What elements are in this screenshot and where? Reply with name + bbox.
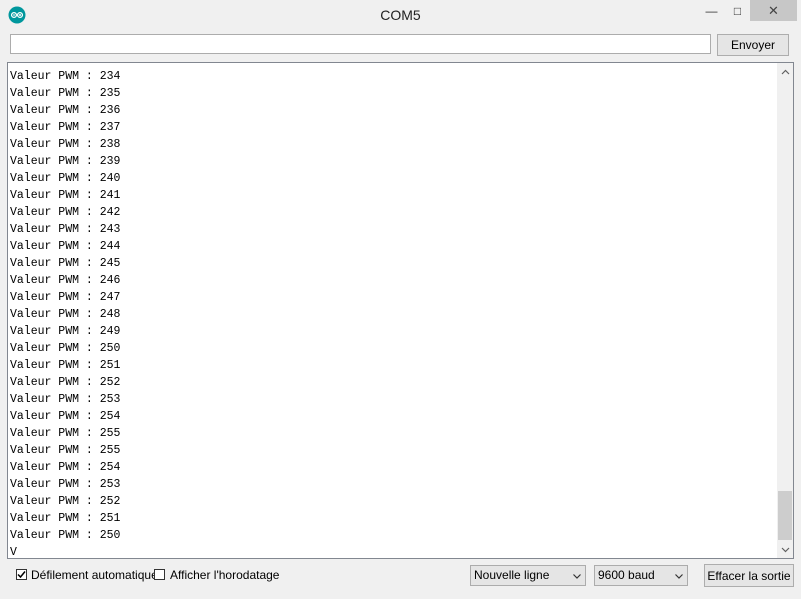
serial-output-line: Valeur PWM : 253 xyxy=(10,478,121,491)
window-title: COM5 xyxy=(380,7,421,23)
serial-output-line: Valeur PWM : 249 xyxy=(10,325,121,338)
scroll-down-button[interactable] xyxy=(777,541,793,558)
serial-output-line: Valeur PWM : 234 xyxy=(10,70,121,83)
maximize-button[interactable]: □ xyxy=(724,0,751,21)
serial-output-line: Valeur PWM : 250 xyxy=(10,342,121,355)
serial-output-line: Valeur PWM : 248 xyxy=(10,308,121,321)
chevron-down-icon xyxy=(781,547,789,552)
serial-output-line: Valeur PWM : 250 xyxy=(10,529,121,542)
chevron-down-icon xyxy=(573,574,581,579)
chevron-up-icon xyxy=(781,69,789,74)
serial-output-line: Valeur PWM : 241 xyxy=(10,189,121,202)
serial-output-line: Valeur PWM : 246 xyxy=(10,274,121,287)
serial-output-line: Valeur PWM : 236 xyxy=(10,104,121,117)
minimize-icon: — xyxy=(705,3,718,18)
serial-output-line: Valeur PWM : 251 xyxy=(10,359,121,372)
line-ending-value: Nouvelle ligne xyxy=(474,568,550,582)
close-icon: ✕ xyxy=(768,2,779,18)
serial-output-line: Valeur PWM : 252 xyxy=(10,495,121,508)
baud-rate-value: 9600 baud xyxy=(598,568,655,582)
bottom-toolbar: Défilement automatique Afficher l'horoda… xyxy=(0,562,801,590)
send-button[interactable]: Envoyer xyxy=(717,34,789,56)
serial-output-line: Valeur PWM : 247 xyxy=(10,291,121,304)
serial-monitor-window: COM5 — □ ✕ Envoyer Valeur PWM : 234 Valeu… xyxy=(0,0,801,599)
serial-output-line: Valeur PWM : 240 xyxy=(10,172,121,185)
serial-output-line: Valeur PWM : 244 xyxy=(10,240,121,253)
maximize-icon: □ xyxy=(733,3,742,18)
serial-output-line: Valeur PWM : 238 xyxy=(10,138,121,151)
serial-output-line: Valeur PWM : 243 xyxy=(10,223,121,236)
autoscroll-checkbox[interactable] xyxy=(16,569,27,580)
title-bar[interactable]: COM5 — □ ✕ xyxy=(0,0,801,30)
vertical-scrollbar[interactable] xyxy=(777,63,793,558)
timestamp-checkbox[interactable] xyxy=(154,569,165,580)
minimize-button[interactable]: — xyxy=(698,0,725,21)
close-button[interactable]: ✕ xyxy=(750,0,797,21)
baud-rate-select[interactable]: 9600 baud xyxy=(594,565,688,586)
serial-output-text: Valeur PWM : 234 Valeur PWM : 235 Valeur P… xyxy=(10,68,121,559)
serial-output-line: Valeur PWM : 255 xyxy=(10,427,121,440)
serial-output-area[interactable]: Valeur PWM : 234 Valeur PWM : 235 Valeur P… xyxy=(7,62,794,559)
serial-output-line: Valeur PWM : 242 xyxy=(10,206,121,219)
send-input[interactable] xyxy=(10,34,711,54)
chevron-down-icon xyxy=(675,574,683,579)
serial-output-line: Valeur PWM : 239 xyxy=(10,155,121,168)
serial-output-line: Valeur PWM : 245 xyxy=(10,257,121,270)
timestamp-label[interactable]: Afficher l'horodatage xyxy=(170,568,279,582)
autoscroll-label[interactable]: Défilement automatique xyxy=(31,568,158,582)
serial-output-line: Valeur PWM : 254 xyxy=(10,461,121,474)
serial-output-line: Valeur PWM : 253 xyxy=(10,393,121,406)
scroll-up-button[interactable] xyxy=(777,63,793,80)
serial-output-line: Valeur PWM : 251 xyxy=(10,512,121,525)
check-icon xyxy=(17,571,26,579)
scrollbar-thumb[interactable] xyxy=(778,491,792,540)
serial-output-line: Valeur PWM : 252 xyxy=(10,376,121,389)
serial-output-line: V xyxy=(10,546,17,559)
serial-output-line: Valeur PWM : 255 xyxy=(10,444,121,457)
serial-output-line: Valeur PWM : 235 xyxy=(10,87,121,100)
serial-output-line: Valeur PWM : 237 xyxy=(10,121,121,134)
clear-output-button[interactable]: Effacer la sortie xyxy=(704,564,794,587)
line-ending-select[interactable]: Nouvelle ligne xyxy=(470,565,586,586)
serial-output-line: Valeur PWM : 254 xyxy=(10,410,121,423)
